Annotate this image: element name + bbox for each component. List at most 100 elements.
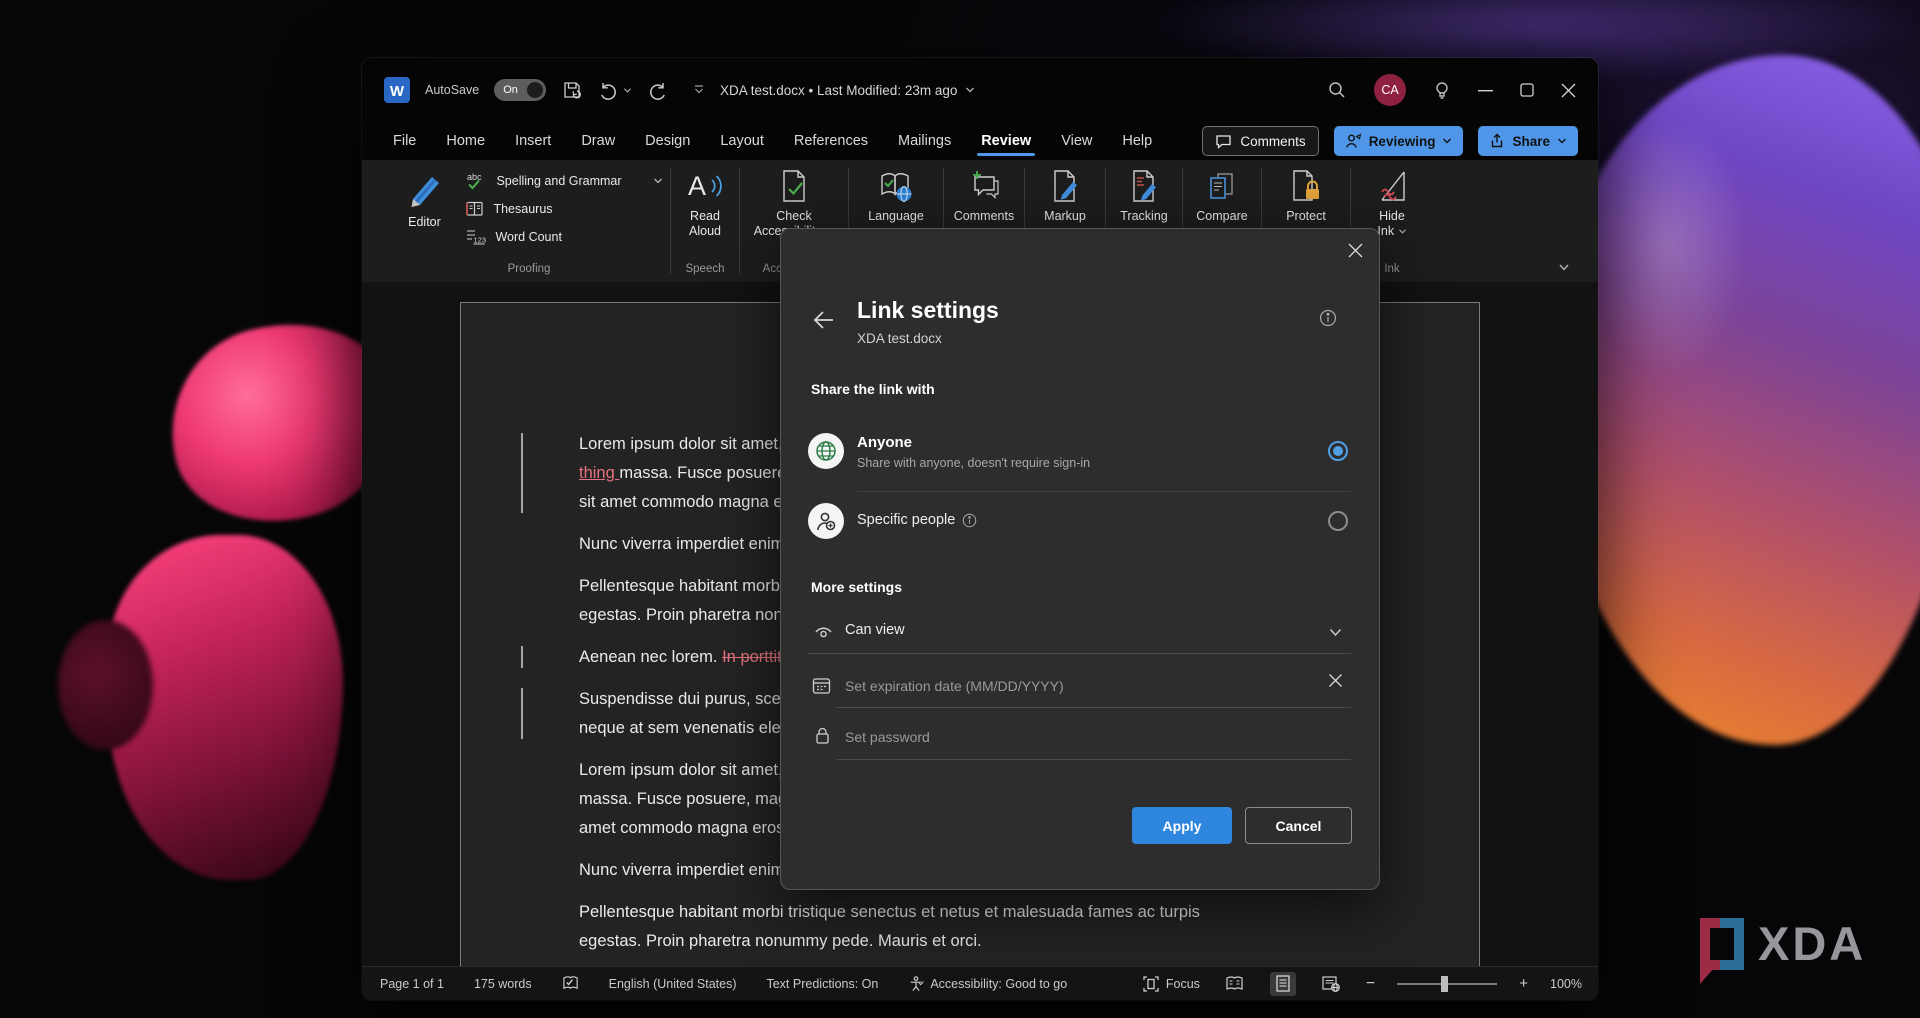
focus-mode-button[interactable]: Focus xyxy=(1143,976,1200,992)
markup-icon xyxy=(1047,168,1083,204)
dialog-title: Link settings xyxy=(857,297,999,324)
print-layout-button[interactable] xyxy=(1270,972,1296,996)
accessibility-indicator[interactable]: Accessibility: Good to go xyxy=(908,975,1067,992)
expiration-date-field[interactable]: Set expiration date (MM/DD/YYYY) xyxy=(845,678,1064,694)
info-icon[interactable] xyxy=(1319,309,1337,327)
accessibility-person-icon xyxy=(908,975,924,992)
page-indicator[interactable]: Page 1 of 1 xyxy=(380,977,444,991)
tab-home[interactable]: Home xyxy=(445,133,486,160)
dialog-close-icon[interactable] xyxy=(1348,243,1363,258)
proofing-status-icon[interactable] xyxy=(562,975,579,992)
word-count-button[interactable]: 123 Word Count xyxy=(465,224,662,249)
calendar-icon xyxy=(812,676,831,695)
anyone-option-title[interactable]: Anyone xyxy=(857,434,912,451)
xda-logo: XDA xyxy=(1700,918,1866,970)
zoom-in-button[interactable]: + xyxy=(1519,975,1528,992)
reviewing-chevron-down-icon xyxy=(1442,137,1452,145)
compare-icon xyxy=(1204,168,1240,204)
tab-references[interactable]: References xyxy=(793,133,869,160)
thesaurus-button[interactable]: Thesaurus xyxy=(465,196,662,221)
check-accessibility-icon xyxy=(777,168,811,204)
comment-bubble-icon xyxy=(1215,134,1232,149)
ribbon-group-proofing: Editor abc Spelling and Grammar xyxy=(388,160,670,282)
spelling-chevron-down-icon xyxy=(653,177,663,185)
read-mode-button[interactable] xyxy=(1222,972,1248,996)
zoom-slider-thumb[interactable] xyxy=(1441,976,1448,992)
read-aloud-icon: A xyxy=(686,168,724,204)
autosave-toggle[interactable]: On xyxy=(494,79,546,101)
text-run: Aenean nec lorem. xyxy=(579,648,722,666)
undo-icon[interactable] xyxy=(598,80,619,101)
quick-access-overflow-icon[interactable] xyxy=(693,85,705,95)
tab-view[interactable]: View xyxy=(1060,133,1093,160)
lock-icon xyxy=(815,727,830,745)
save-icon[interactable] xyxy=(561,79,583,101)
text-predictions-indicator[interactable]: Text Predictions: On xyxy=(766,977,878,991)
word-count-icon: 123 xyxy=(465,228,486,245)
ribbon-collapse-chevron-icon[interactable] xyxy=(1558,263,1570,272)
dialog-back-icon[interactable] xyxy=(811,309,835,331)
share-chevron-down-icon xyxy=(1557,137,1567,145)
word-app-icon[interactable]: W xyxy=(384,77,410,103)
wallpaper-shape-left-small xyxy=(58,620,153,750)
tab-layout[interactable]: Layout xyxy=(719,133,765,160)
thesaurus-book-icon xyxy=(465,200,484,218)
ribbon-tab-row: File Home Insert Draw Design Layout References… xyxy=(362,122,1598,160)
tab-draw[interactable]: Draw xyxy=(580,133,616,160)
share-link-with-heading: Share the link with xyxy=(811,381,935,397)
globe-icon xyxy=(814,439,838,463)
tab-design[interactable]: Design xyxy=(644,133,691,160)
specific-people-option[interactable]: Specific people xyxy=(857,512,977,528)
avatar[interactable]: CA xyxy=(1374,74,1406,106)
cancel-button[interactable]: Cancel xyxy=(1245,807,1352,844)
close-button[interactable] xyxy=(1561,83,1576,98)
protect-lock-icon xyxy=(1288,168,1324,204)
spelling-grammar-button[interactable]: abc Spelling and Grammar xyxy=(465,168,662,193)
share-button[interactable]: Share xyxy=(1478,126,1578,156)
undo-dropdown-chevron-icon[interactable] xyxy=(623,87,632,94)
tracked-insertion: thing xyxy=(579,464,619,482)
maximize-button[interactable] xyxy=(1520,83,1534,97)
comments-button[interactable]: Comments xyxy=(1202,126,1318,156)
more-settings-heading: More settings xyxy=(811,579,902,595)
password-underline xyxy=(837,759,1351,760)
zoom-slider[interactable] xyxy=(1397,983,1497,985)
autosave-knob xyxy=(527,82,543,98)
expiration-clear-icon[interactable] xyxy=(1328,673,1343,688)
share-icon xyxy=(1489,133,1505,149)
redo-icon[interactable] xyxy=(647,80,668,101)
password-field[interactable]: Set password xyxy=(845,729,930,745)
document-paragraph[interactable]: Pellentesque habitant morbi tristique se… xyxy=(579,898,1233,956)
reviewing-button[interactable]: Reviewing xyxy=(1334,126,1464,156)
spelling-abc-icon: abc xyxy=(465,171,487,191)
document-title[interactable]: XDA test.docx • Last Modified: 23m ago xyxy=(720,58,975,122)
editor-pencil-icon xyxy=(403,168,445,210)
word-count-indicator[interactable]: 175 words xyxy=(474,977,532,991)
tab-help[interactable]: Help xyxy=(1121,133,1153,160)
autosave-label: AutoSave xyxy=(425,83,479,97)
specific-people-radio[interactable] xyxy=(1328,511,1348,531)
tab-insert[interactable]: Insert xyxy=(514,133,552,160)
language-indicator[interactable]: English (United States) xyxy=(609,977,737,991)
tab-review[interactable]: Review xyxy=(980,133,1032,160)
wallpaper-shape-right xyxy=(1548,55,1920,745)
specific-people-info-icon[interactable] xyxy=(962,513,977,528)
minimize-button[interactable] xyxy=(1478,83,1493,98)
link-settings-dialog: Link settings XDA test.docx Share the li… xyxy=(780,228,1380,890)
title-bar: W AutoSave On xyxy=(362,58,1598,122)
search-icon[interactable] xyxy=(1327,80,1347,100)
svg-text:123: 123 xyxy=(474,236,487,245)
tracking-icon xyxy=(1126,168,1162,204)
apply-button[interactable]: Apply xyxy=(1132,807,1232,844)
xda-logo-text: XDA xyxy=(1758,918,1866,970)
anyone-radio[interactable] xyxy=(1328,441,1348,461)
zoom-out-button[interactable]: − xyxy=(1366,975,1375,993)
permission-chevron-down-icon[interactable] xyxy=(1329,628,1342,637)
zoom-level[interactable]: 100% xyxy=(1550,977,1582,991)
web-layout-button[interactable] xyxy=(1318,972,1344,996)
tab-file[interactable]: File xyxy=(392,133,417,160)
lightbulb-icon[interactable] xyxy=(1433,80,1451,100)
tab-mailings[interactable]: Mailings xyxy=(897,133,952,160)
dialog-subtitle: XDA test.docx xyxy=(857,331,942,346)
permission-value[interactable]: Can view xyxy=(845,622,905,638)
